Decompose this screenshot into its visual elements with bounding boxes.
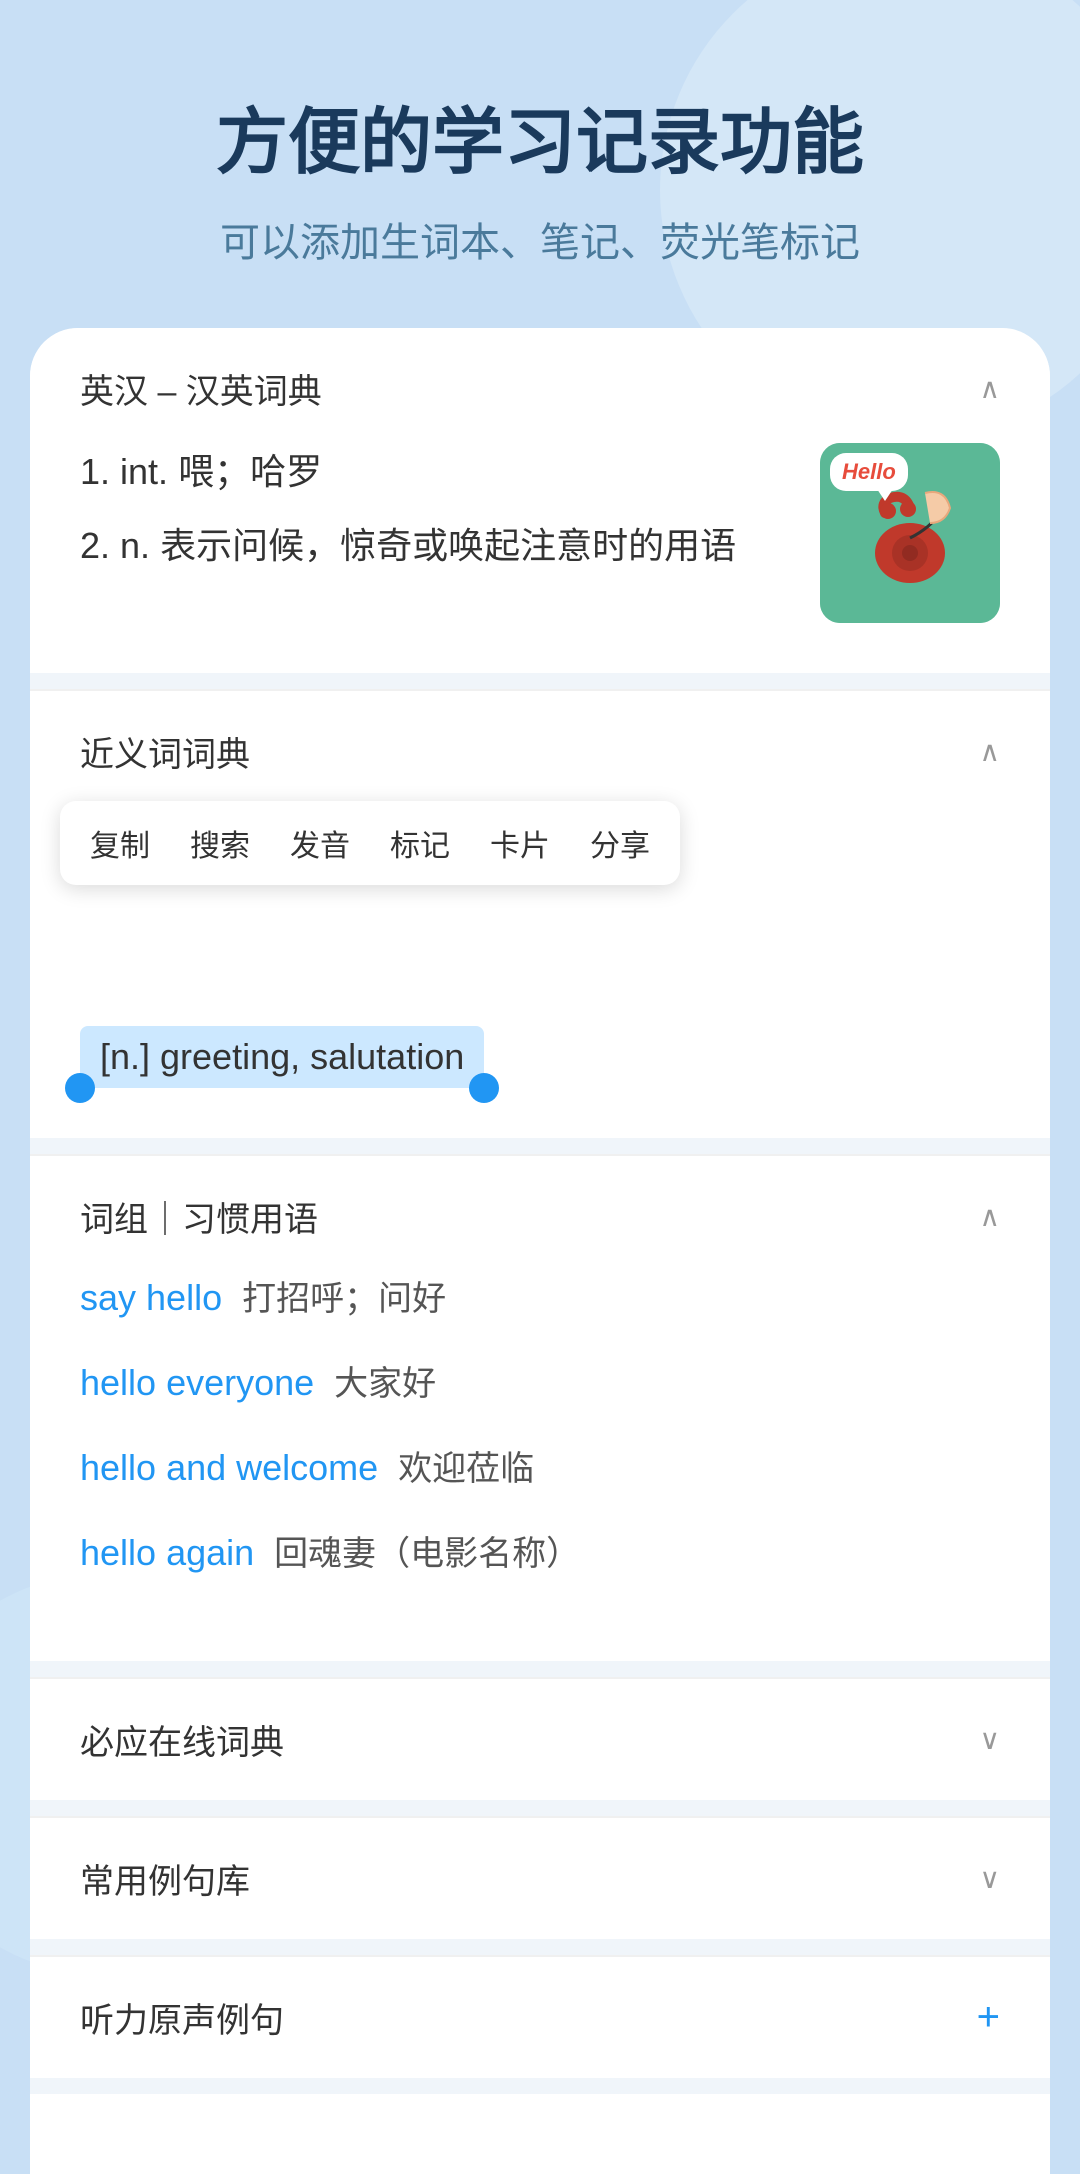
sentences-section[interactable]: 常用例句库 ∨ <box>30 1818 1050 1939</box>
sentences-chevron-icon: ∨ <box>980 1862 1001 1895</box>
phrase-item-2[interactable]: hello everyone 大家好 <box>80 1356 1000 1405</box>
dictionary-section-title: 英汉 – 汉英词典 <box>80 364 322 413</box>
entry-1-pos: int. <box>120 451 178 492</box>
main-card: 英汉 – 汉英词典 ∧ 1. int. 喂；哈罗 2. n. 表示问候，惊奇或唤… <box>30 328 1050 2174</box>
telephone-svg <box>850 473 970 593</box>
selection-handle-left <box>65 1073 95 1103</box>
audio-section-header[interactable]: 听力原声例句 + <box>80 1993 1000 2042</box>
hello-image-inner: Hello <box>820 443 1000 623</box>
dict-entry-1: 1. int. 喂；哈罗 <box>80 443 790 501</box>
bingdict-section-header[interactable]: 必应在线词典 ∨ <box>80 1715 1000 1764</box>
bottom-spacer <box>30 2094 1050 2174</box>
context-menu-search[interactable]: 搜索 <box>190 821 250 865</box>
audio-plus-icon[interactable]: + <box>977 1995 1000 2040</box>
page-title: 方便的学习记录功能 <box>60 100 1020 186</box>
entry-2-num: 2. <box>80 525 120 566</box>
audio-section[interactable]: 听力原声例句 + <box>30 1957 1050 2078</box>
selection-handle-right <box>469 1073 499 1103</box>
phrase-3-en: hello and welcome <box>80 1447 378 1489</box>
hello-image: Hello <box>820 443 1000 623</box>
phrases-section-title: 词组｜习惯用语 <box>80 1192 318 1241</box>
phrase-item-3[interactable]: hello and welcome 欢迎莅临 <box>80 1441 1000 1490</box>
entry-1-def: 喂；哈罗 <box>178 451 322 492</box>
synonyms-section: 近义词词典 ∧ 复制 搜索 发音 标记 卡片 分享 [n.] greeting,… <box>30 691 1050 1138</box>
bingdict-section[interactable]: 必应在线词典 ∨ <box>30 1679 1050 1800</box>
phrase-4-en: hello again <box>80 1532 254 1574</box>
phrase-item-4[interactable]: hello again 回魂妻（电影名称） <box>80 1526 1000 1575</box>
phrase-item-1[interactable]: say hello 打招呼；问好 <box>80 1271 1000 1320</box>
context-menu-card[interactable]: 卡片 <box>490 821 550 865</box>
dictionary-definitions: 1. int. 喂；哈罗 2. n. 表示问候，惊奇或唤起注意时的用语 <box>80 443 790 590</box>
header: 方便的学习记录功能 可以添加生词本、笔记、荧光笔标记 <box>0 0 1080 328</box>
phrases-section: 词组｜习惯用语 ∧ say hello 打招呼；问好 hello everyon… <box>30 1156 1050 1661</box>
dictionary-content: 1. int. 喂；哈罗 2. n. 表示问候，惊奇或唤起注意时的用语 Hell… <box>80 443 1000 623</box>
context-menu: 复制 搜索 发音 标记 卡片 分享 <box>60 801 680 885</box>
entry-2-def: 表示问候，惊奇或唤起注意时的用语 <box>160 525 736 566</box>
phrase-3-zh: 欢迎莅临 <box>398 1441 534 1490</box>
dictionary-section: 英汉 – 汉英词典 ∧ 1. int. 喂；哈罗 2. n. 表示问候，惊奇或唤… <box>30 328 1050 673</box>
context-menu-copy[interactable]: 复制 <box>90 821 150 865</box>
audio-section-title: 听力原声例句 <box>80 1993 284 2042</box>
entry-1-num: 1. <box>80 451 120 492</box>
bingdict-section-title: 必应在线词典 <box>80 1715 284 1764</box>
phrase-2-zh: 大家好 <box>334 1356 436 1405</box>
synonyms-section-header[interactable]: 近义词词典 ∧ <box>80 727 1000 776</box>
dictionary-section-header[interactable]: 英汉 – 汉英词典 ∧ <box>80 364 1000 413</box>
synonyms-chevron-icon: ∧ <box>980 735 1001 768</box>
page-subtitle: 可以添加生词本、笔记、荧光笔标记 <box>60 210 1020 268</box>
phrases-section-header[interactable]: 词组｜习惯用语 ∧ <box>80 1192 1000 1241</box>
context-menu-mark[interactable]: 标记 <box>390 821 450 865</box>
phrase-4-zh: 回魂妻（电影名称） <box>274 1526 580 1575</box>
context-menu-pronounce[interactable]: 发音 <box>290 821 350 865</box>
phrase-2-en: hello everyone <box>80 1362 314 1404</box>
phrase-1-en: say hello <box>80 1277 222 1319</box>
phrases-chevron-icon: ∧ <box>980 1200 1001 1233</box>
bingdict-chevron-icon: ∨ <box>980 1723 1001 1756</box>
sentences-section-title: 常用例句库 <box>80 1854 250 1903</box>
highlighted-synonym-text: [n.] greeting, salutation <box>80 1026 484 1088</box>
dictionary-chevron-icon: ∧ <box>980 372 1001 405</box>
entry-2-pos: n. <box>120 525 160 566</box>
speech-bubble: Hello <box>830 453 908 491</box>
sentences-section-header[interactable]: 常用例句库 ∨ <box>80 1854 1000 1903</box>
context-menu-share[interactable]: 分享 <box>590 821 650 865</box>
synonyms-section-title: 近义词词典 <box>80 727 250 776</box>
phrases-list: say hello 打招呼；问好 hello everyone 大家好 hell… <box>80 1271 1000 1575</box>
phrase-1-zh: 打招呼；问好 <box>242 1271 446 1320</box>
dict-entry-2: 2. n. 表示问候，惊奇或唤起注意时的用语 <box>80 517 790 575</box>
